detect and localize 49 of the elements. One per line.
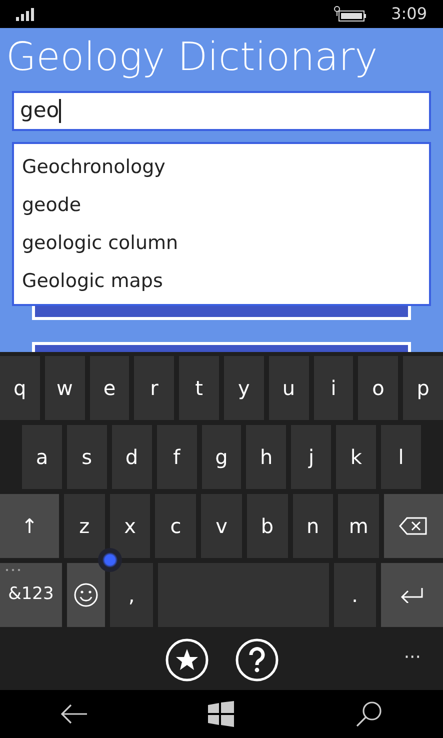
key[interactable]: w — [44, 356, 85, 420]
app-title: Geology Dictionary — [5, 34, 379, 77]
more-button[interactable]: ··· — [404, 644, 421, 671]
key[interactable]: e — [90, 356, 130, 420]
help-icon[interactable] — [234, 638, 278, 682]
key[interactable]: q — [0, 356, 40, 420]
key[interactable]: k — [336, 425, 376, 489]
suggestion-item[interactable]: Geochronology — [14, 148, 429, 186]
key[interactable]: a — [22, 425, 62, 489]
backspace-icon — [399, 517, 428, 535]
key[interactable]: h — [246, 425, 286, 489]
search-icon[interactable] — [354, 700, 383, 728]
backspace-key[interactable] — [384, 494, 443, 558]
search-field[interactable]: geo — [12, 91, 431, 131]
key[interactable]: m — [338, 494, 379, 558]
emoji-key[interactable] — [66, 563, 106, 627]
key[interactable]: c — [155, 494, 196, 558]
key[interactable]: t — [179, 356, 219, 420]
key[interactable]: z — [64, 494, 105, 558]
shift-key[interactable]: ↑ — [0, 494, 60, 558]
key[interactable]: d — [112, 425, 152, 489]
key[interactable]: j — [291, 425, 332, 489]
key[interactable]: x — [110, 494, 150, 558]
key[interactable]: r — [134, 356, 174, 420]
key[interactable]: f — [156, 425, 197, 489]
key[interactable]: l — [381, 425, 422, 489]
suggestion-item[interactable]: geode — [14, 186, 429, 224]
key[interactable]: i — [314, 356, 354, 420]
key[interactable]: , — [110, 563, 153, 627]
suggestion-item[interactable]: Geologic maps — [14, 262, 429, 300]
key[interactable]: y — [224, 356, 264, 420]
enter-icon — [400, 587, 424, 603]
battery-charging-icon — [334, 6, 368, 22]
clock-time: 3:09 — [391, 3, 427, 25]
key[interactable]: p — [403, 356, 443, 420]
key[interactable]: . — [334, 563, 376, 627]
key[interactable]: u — [268, 356, 309, 420]
key[interactable]: b — [246, 494, 288, 558]
suggestion-item[interactable]: geologic column — [14, 224, 429, 262]
back-icon[interactable] — [60, 703, 88, 725]
key[interactable]: g — [202, 425, 242, 489]
key[interactable]: o — [358, 356, 398, 420]
enter-key[interactable] — [381, 563, 443, 627]
key[interactable]: n — [292, 494, 334, 558]
symbols-key[interactable]: &123 — [0, 563, 62, 627]
emoji-icon — [74, 583, 98, 607]
key[interactable]: v — [201, 494, 242, 558]
windows-logo-icon[interactable] — [208, 701, 234, 727]
key[interactable]: s — [66, 425, 107, 489]
